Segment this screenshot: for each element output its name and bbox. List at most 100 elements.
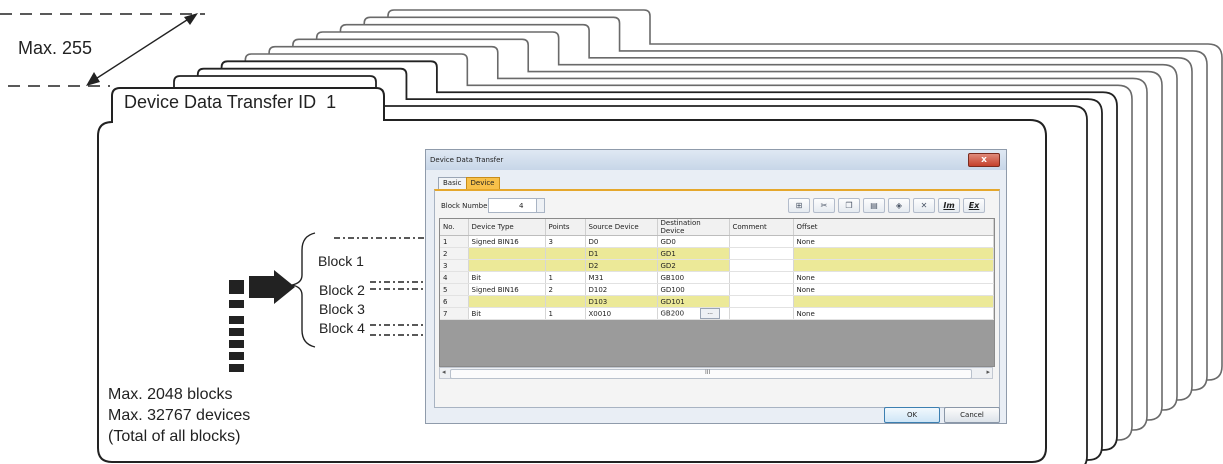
table-row[interactable]: 2 D1 GD1 bbox=[440, 247, 994, 260]
cell-destination[interactable]: GD100 bbox=[657, 283, 730, 296]
cell-points[interactable]: 3 bbox=[545, 235, 586, 248]
cell-offset[interactable]: None bbox=[793, 283, 994, 296]
cell-value: D102 bbox=[588, 285, 608, 294]
tab-device[interactable]: Device bbox=[465, 177, 500, 189]
insert-row-icon[interactable]: ⊞ bbox=[788, 198, 810, 213]
delete-icon[interactable]: ✕ bbox=[913, 198, 935, 213]
cell-destination[interactable]: GD2 bbox=[657, 259, 730, 272]
cell-destination[interactable]: GD0 bbox=[657, 235, 730, 248]
cell-source[interactable]: D2 bbox=[585, 259, 658, 272]
paste-icon[interactable]: ▤ bbox=[863, 198, 885, 213]
cell-destination[interactable]: GD101 bbox=[657, 295, 730, 308]
column-header[interactable]: Offset bbox=[793, 219, 994, 236]
block-number-spinner[interactable] bbox=[536, 199, 544, 212]
cell-offset[interactable] bbox=[793, 247, 994, 260]
export-icon[interactable]: Ex bbox=[963, 198, 985, 213]
cell-value: 6 bbox=[443, 297, 448, 306]
cell-value: None bbox=[796, 309, 815, 318]
cell-no: 6 bbox=[440, 295, 469, 308]
cell-source[interactable]: X0010 bbox=[585, 307, 658, 320]
device-data-transfer-dialog: Device Data Transfer x Basic Device Block… bbox=[425, 149, 1007, 424]
cell-comment[interactable] bbox=[729, 259, 794, 272]
copy-icon[interactable]: ❐ bbox=[838, 198, 860, 213]
column-header[interactable]: Comment bbox=[729, 219, 794, 236]
cell-no: 7 bbox=[440, 307, 469, 320]
column-header[interactable]: Device Type bbox=[468, 219, 546, 236]
cell-offset[interactable] bbox=[793, 259, 994, 272]
cell-offset[interactable]: None bbox=[793, 235, 994, 248]
column-header[interactable]: Points bbox=[545, 219, 586, 236]
cell-points[interactable]: 1 bbox=[545, 307, 586, 320]
block-4-label: Block 4 bbox=[319, 320, 365, 336]
cancel-button[interactable]: Cancel bbox=[944, 407, 1000, 423]
cell-device-type[interactable]: Signed BIN16 bbox=[468, 235, 546, 248]
cell-source[interactable]: D1 bbox=[585, 247, 658, 260]
max-blocks-label: Max. 2048 blocks bbox=[108, 386, 233, 403]
tab-basic[interactable]: Basic bbox=[438, 177, 467, 189]
horizontal-scrollbar[interactable]: ◂ III ▸ bbox=[439, 367, 993, 379]
cell-device-type[interactable]: Bit bbox=[468, 271, 546, 284]
cell-device-type[interactable] bbox=[468, 259, 546, 272]
block-number-input[interactable]: 4 bbox=[488, 198, 545, 213]
cell-offset[interactable] bbox=[793, 295, 994, 308]
scroll-left-icon[interactable]: ◂ bbox=[442, 368, 446, 376]
cell-offset[interactable]: None bbox=[793, 271, 994, 284]
toolbar: ⊞ ✂ ❐ ▤ ◈ ✕ Im Ex bbox=[785, 198, 985, 213]
cell-value: GD1 bbox=[660, 249, 676, 258]
column-header[interactable]: Destination Device bbox=[657, 219, 730, 236]
table-row[interactable]: 7 Bit 1 X0010 GB200... None bbox=[440, 307, 994, 320]
cell-points[interactable] bbox=[545, 295, 586, 308]
table-row[interactable]: 1 Signed BIN16 3 D0 GD0 None bbox=[440, 235, 994, 248]
cell-value: Bit bbox=[471, 309, 482, 318]
block-2-label: Block 2 bbox=[319, 282, 365, 298]
table-row[interactable]: 5 Signed BIN16 2 D102 GD100 None bbox=[440, 283, 994, 296]
cell-offset[interactable]: None bbox=[793, 307, 994, 320]
cell-device-type[interactable] bbox=[468, 295, 546, 308]
cell-source[interactable]: D102 bbox=[585, 283, 658, 296]
cell-comment[interactable] bbox=[729, 295, 794, 308]
cell-value: None bbox=[796, 273, 815, 282]
cell-comment[interactable] bbox=[729, 247, 794, 260]
browse-button[interactable]: ... bbox=[700, 308, 721, 319]
cell-source[interactable]: M31 bbox=[585, 271, 658, 284]
batch-edit-icon[interactable]: Im bbox=[938, 198, 960, 213]
scroll-right-icon[interactable]: ▸ bbox=[986, 368, 990, 376]
cell-destination[interactable]: GB100 bbox=[657, 271, 730, 284]
cell-source[interactable]: D0 bbox=[585, 235, 658, 248]
cell-device-type[interactable]: Signed BIN16 bbox=[468, 283, 546, 296]
erase-icon[interactable]: ◈ bbox=[888, 198, 910, 213]
close-button[interactable]: x bbox=[968, 153, 1000, 167]
cell-comment[interactable] bbox=[729, 271, 794, 284]
cell-value: M31 bbox=[588, 273, 604, 282]
cell-value: 3 bbox=[548, 237, 553, 246]
cell-source[interactable]: D103 bbox=[585, 295, 658, 308]
cell-destination[interactable]: GD1 bbox=[657, 247, 730, 260]
stack-square-1 bbox=[229, 300, 244, 308]
cell-points[interactable]: 2 bbox=[545, 283, 586, 296]
cell-device-type[interactable]: Bit bbox=[468, 307, 546, 320]
table-row[interactable]: 4 Bit 1 M31 GB100 None bbox=[440, 271, 994, 284]
cell-value: GD100 bbox=[660, 285, 685, 294]
cell-comment[interactable] bbox=[729, 235, 794, 248]
cell-device-type[interactable] bbox=[468, 247, 546, 260]
table-row[interactable]: 6 D103 GD101 bbox=[440, 295, 994, 308]
scroll-thumb[interactable]: III bbox=[450, 369, 972, 379]
cell-destination[interactable]: GB200... bbox=[657, 307, 730, 320]
id-tab-title: Device Data Transfer ID 1 bbox=[124, 92, 336, 113]
device-table: No. Device Type Points Source Device Destina… bbox=[440, 219, 994, 320]
cell-points[interactable] bbox=[545, 259, 586, 272]
cell-comment[interactable] bbox=[729, 307, 794, 320]
ok-button[interactable]: OK bbox=[884, 407, 940, 423]
dialog-title: Device Data Transfer bbox=[430, 156, 504, 164]
table-row[interactable]: 3 D2 GD2 bbox=[440, 259, 994, 272]
cell-points[interactable] bbox=[545, 247, 586, 260]
cut-icon[interactable]: ✂ bbox=[813, 198, 835, 213]
range-arrow-line bbox=[93, 17, 191, 81]
cell-value: D0 bbox=[588, 237, 599, 246]
cell-points[interactable]: 1 bbox=[545, 271, 586, 284]
column-header[interactable]: No. bbox=[440, 219, 469, 236]
cell-value: GB200 bbox=[660, 309, 685, 318]
cell-value: 7 bbox=[443, 309, 448, 318]
cell-comment[interactable] bbox=[729, 283, 794, 296]
column-header[interactable]: Source Device bbox=[585, 219, 658, 236]
